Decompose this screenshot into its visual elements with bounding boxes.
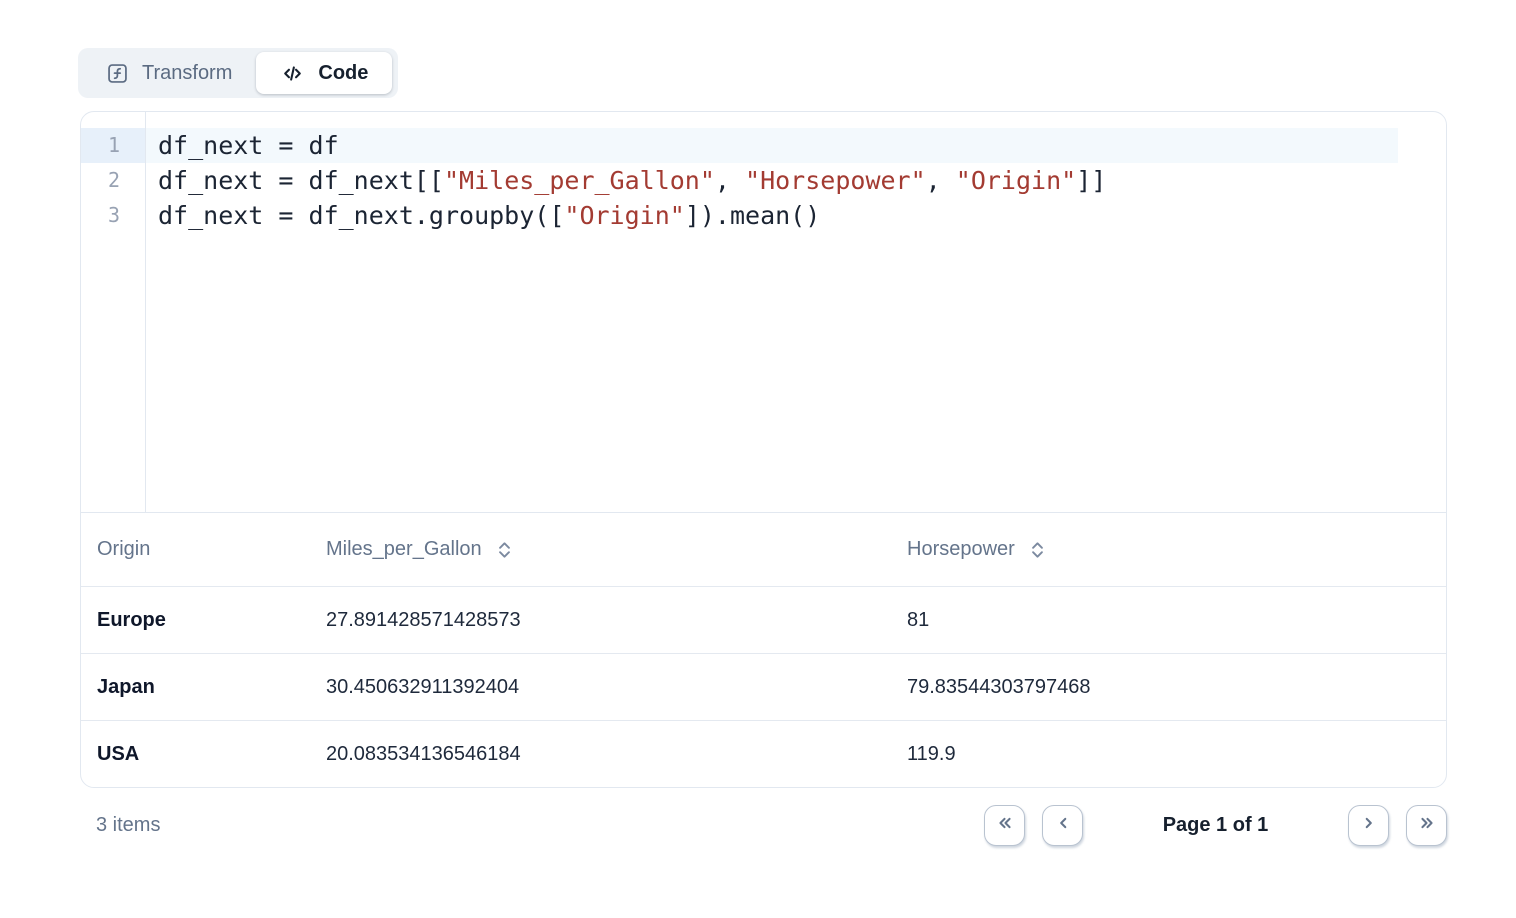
items-count: 3 items: [80, 814, 160, 837]
code-and-result-panel: 1 2 3 df_next = df df_next = df_next[["M…: [80, 111, 1447, 788]
code-line-3: df_next = df_next.groupby(["Origin"]).me…: [146, 198, 1446, 233]
next-page-button[interactable]: [1348, 805, 1389, 846]
tab-code-label: Code: [318, 62, 368, 85]
cell-origin: Europe: [81, 609, 310, 632]
cell-miles-per-gallon: 27.891428571428573: [310, 609, 891, 632]
last-page-icon: [1416, 812, 1438, 839]
code-text-area[interactable]: df_next = df df_next = df_next[["Miles_p…: [146, 112, 1446, 512]
function-icon: [106, 62, 129, 85]
app-root: { "tabs": { "transform_label": "Transfor…: [0, 0, 1516, 918]
pagination: Page 1 of 1: [984, 805, 1447, 846]
cell-horsepower: 119.9: [891, 743, 1446, 766]
line-number: 1: [81, 128, 145, 163]
code-line-1: df_next = df: [146, 128, 1398, 163]
column-header-origin: Origin: [81, 538, 310, 561]
line-number: 3: [81, 198, 145, 233]
code-editor[interactable]: 1 2 3 df_next = df df_next = df_next[["M…: [81, 112, 1446, 512]
cell-horsepower: 81: [891, 609, 1446, 632]
column-header-horsepower[interactable]: Horsepower: [891, 538, 1446, 561]
prev-page-icon: [1052, 812, 1074, 839]
cell-miles-per-gallon: 20.083534136546184: [310, 743, 891, 766]
sort-icon[interactable]: [496, 540, 513, 560]
code-line-2: df_next = df_next[["Miles_per_Gallon", "…: [146, 163, 1446, 198]
tab-code[interactable]: Code: [256, 52, 392, 94]
column-header-miles-per-gallon[interactable]: Miles_per_Gallon: [310, 538, 891, 561]
cell-miles-per-gallon: 30.450632911392404: [310, 676, 891, 699]
cell-horsepower: 79.83544303797468: [891, 676, 1446, 699]
line-number-gutter: 1 2 3: [81, 112, 146, 512]
last-page-button[interactable]: [1406, 805, 1447, 846]
tab-transform[interactable]: Transform: [82, 52, 256, 94]
code-icon: [280, 61, 305, 86]
table-row: USA 20.083534136546184 119.9: [81, 720, 1446, 787]
previous-page-button[interactable]: [1042, 805, 1083, 846]
first-page-button[interactable]: [984, 805, 1025, 846]
tab-transform-label: Transform: [142, 62, 232, 85]
sort-icon[interactable]: [1029, 540, 1046, 560]
table-footer: 3 items Page 1 of 1: [80, 805, 1447, 846]
cell-origin: USA: [81, 743, 310, 766]
line-number: 2: [81, 163, 145, 198]
first-page-icon: [994, 812, 1016, 839]
table-row: Japan 30.450632911392404 79.835443037974…: [81, 653, 1446, 720]
cell-origin: Japan: [81, 676, 310, 699]
table-header-row: Origin Miles_per_Gallon Horsepower: [81, 512, 1446, 586]
next-page-icon: [1358, 812, 1380, 839]
page-indicator: Page 1 of 1: [1100, 814, 1331, 837]
view-mode-tab-bar: Transform Code: [78, 48, 398, 98]
table-row: Europe 27.891428571428573 81: [81, 586, 1446, 653]
